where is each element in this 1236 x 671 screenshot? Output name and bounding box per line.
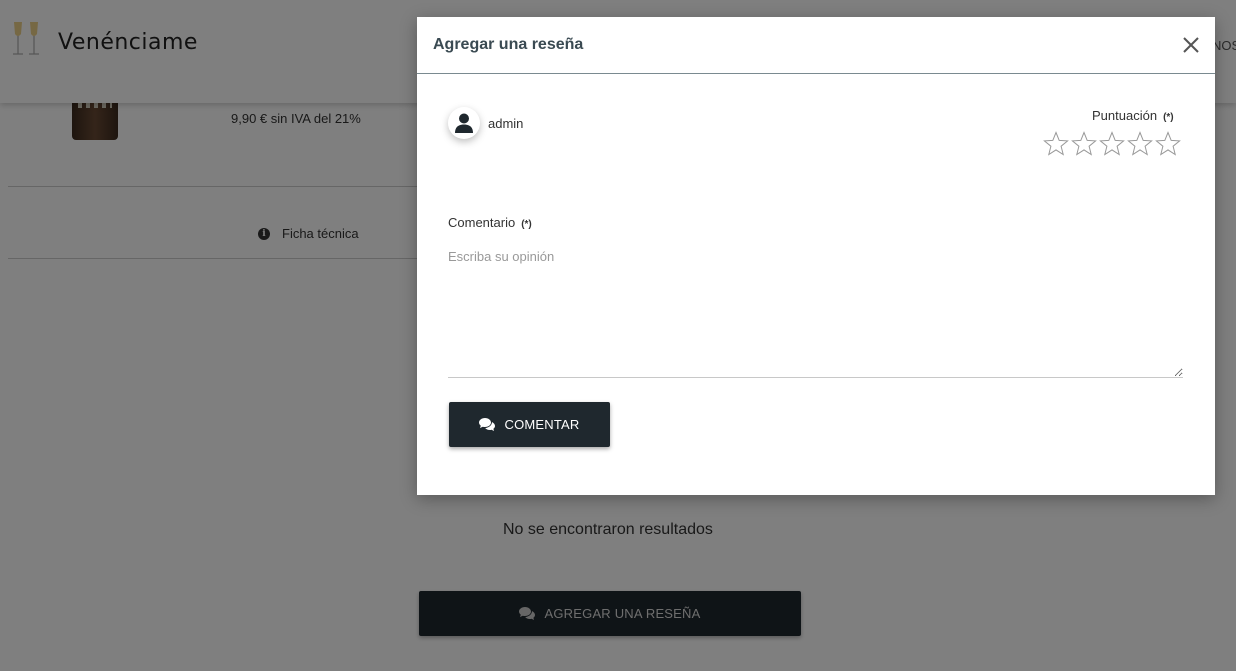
rating-label-text: Puntuación <box>1092 108 1158 123</box>
star-icon[interactable] <box>1099 131 1125 157</box>
rating-label: Puntuación (*) <box>1092 108 1174 123</box>
modal-title: Agregar una reseña <box>433 36 584 53</box>
star-icon[interactable] <box>1071 131 1097 157</box>
required-marker: (*) <box>1163 112 1174 123</box>
star-icon[interactable] <box>1127 131 1153 157</box>
required-marker: (*) <box>521 219 532 230</box>
comment-label: Comentario (*) <box>448 215 532 230</box>
username: admin <box>488 116 524 131</box>
comment-label-text: Comentario <box>448 215 516 230</box>
submit-comment-button[interactable]: COMENTAR <box>449 402 610 447</box>
modal-header: Agregar una reseña <box>417 17 1215 74</box>
star-icon[interactable] <box>1155 131 1181 157</box>
add-review-modal: Agregar una reseña admin Puntuación (*) C… <box>417 17 1215 495</box>
close-icon[interactable] <box>1179 33 1203 57</box>
submit-label: COMENTAR <box>504 417 580 432</box>
comments-icon <box>479 418 496 431</box>
star-icon[interactable] <box>1043 131 1069 157</box>
avatar <box>448 107 480 139</box>
user-icon <box>455 113 473 133</box>
comment-textarea[interactable] <box>448 249 1183 378</box>
star-rating <box>1043 131 1181 157</box>
